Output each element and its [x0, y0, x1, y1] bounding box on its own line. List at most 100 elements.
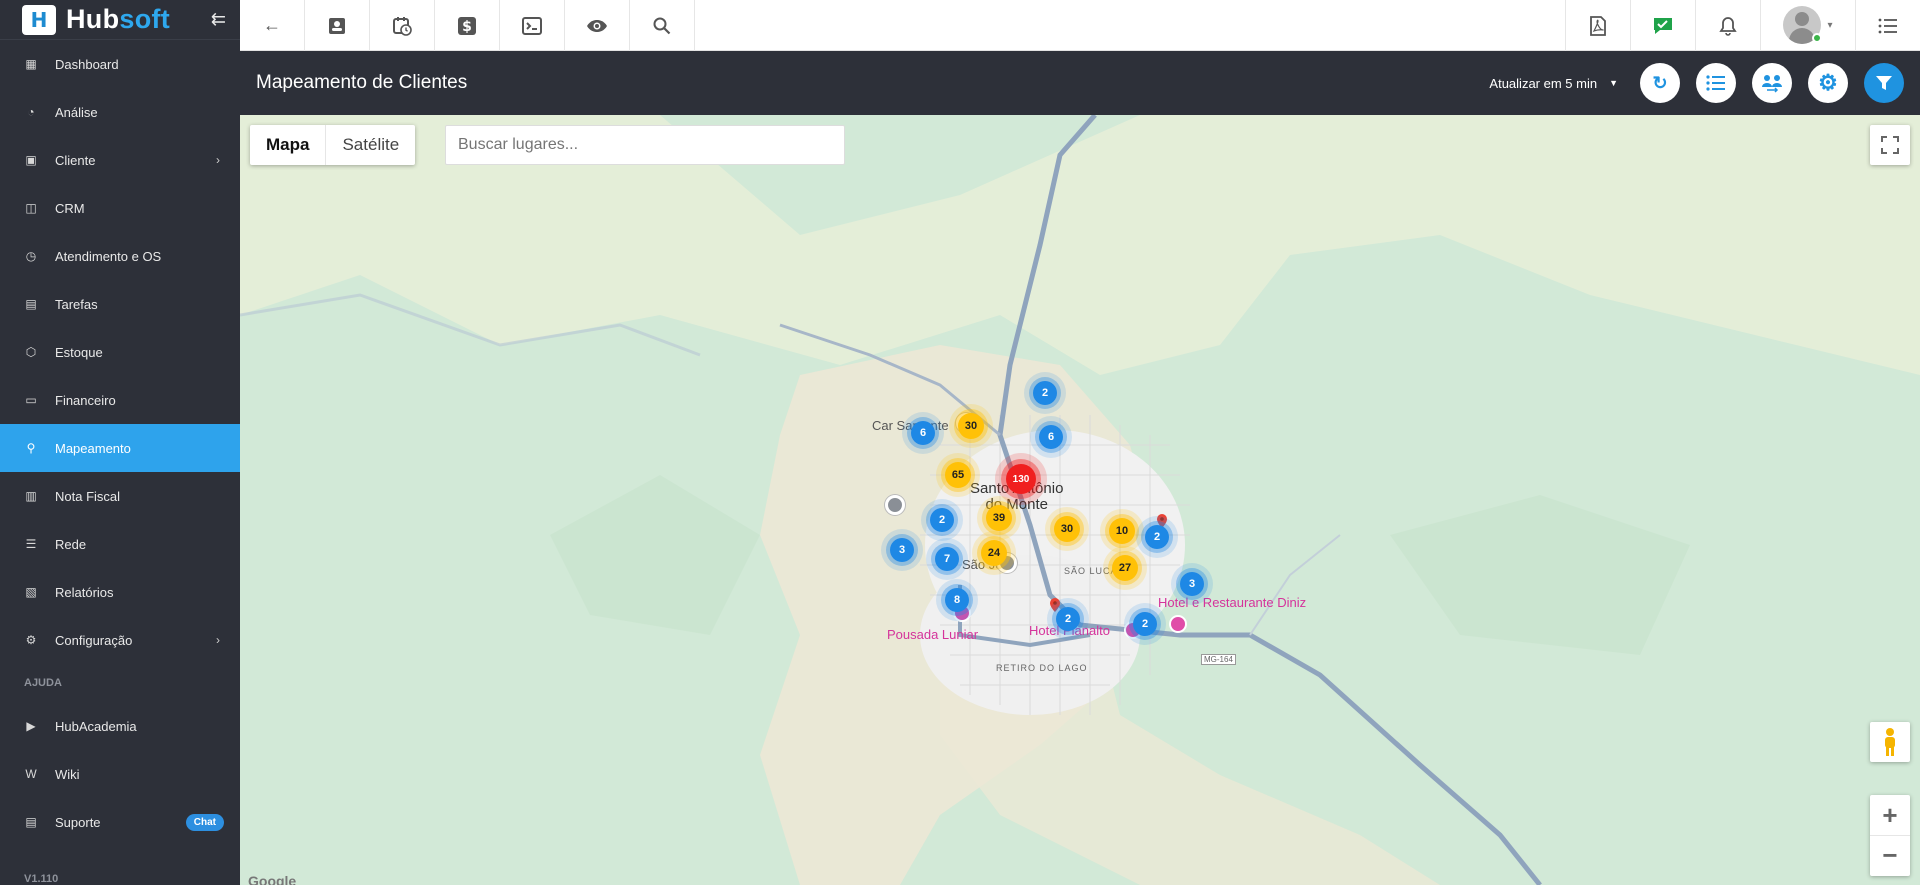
- crm-board-icon: ◫: [25, 201, 37, 215]
- terminal-button[interactable]: [500, 0, 565, 51]
- sidebar-item-label: HubAcademia: [55, 718, 137, 734]
- zoom-out-button[interactable]: −: [1870, 835, 1910, 875]
- sidebar-item-configuracao[interactable]: ⚙ Configuração ›: [0, 616, 240, 664]
- chat-bubble-icon: ▤: [25, 815, 37, 829]
- messages-button[interactable]: [1630, 0, 1695, 51]
- hubsoft-logo[interactable]: H: [22, 4, 56, 35]
- refresh-interval-select[interactable]: Atualizar em 5 min ▼: [1489, 76, 1618, 91]
- notifications-button[interactable]: [1695, 0, 1760, 51]
- client-cluster[interactable]: 24: [981, 540, 1007, 566]
- sidebar: H Hubsoft ⇇ ▦ Dashboard ◔ Análise ▣ Cliente…: [0, 0, 240, 885]
- client-cluster[interactable]: 30: [1054, 516, 1080, 542]
- collapse-sidebar-icon[interactable]: ⇇: [211, 9, 226, 30]
- help-section-title: AJUDA: [24, 677, 62, 689]
- user-menu[interactable]: ▾: [1760, 0, 1855, 50]
- google-logo: Google: [248, 873, 297, 885]
- money-icon: ▭: [25, 393, 37, 407]
- neighborhood-retiro: RETIRO DO LAGO: [996, 663, 1088, 673]
- eye-icon: [587, 19, 607, 32]
- sidebar-item-wiki[interactable]: W Wiki: [0, 750, 240, 798]
- sidebar-item-analise[interactable]: ◔ Análise: [0, 88, 240, 136]
- client-cluster[interactable]: 30: [958, 413, 984, 439]
- view-button[interactable]: [565, 0, 630, 51]
- refresh-icon: ↻: [1652, 72, 1668, 93]
- pdf-button[interactable]: [1565, 0, 1630, 51]
- sidebar-item-estoque[interactable]: ⬡ Estoque: [0, 328, 240, 376]
- calendar-button[interactable]: [370, 0, 435, 51]
- pdf-icon: [1590, 15, 1606, 36]
- street-view-button[interactable]: [1870, 722, 1910, 762]
- client-card-button[interactable]: [305, 0, 370, 51]
- sidebar-item-cliente[interactable]: ▣ Cliente ›: [0, 136, 240, 184]
- sidebar-item-label: Estoque: [55, 344, 103, 360]
- client-cluster[interactable]: 6: [1039, 425, 1063, 449]
- sidebar-item-relatorios[interactable]: ▧ Relatórios: [0, 568, 240, 616]
- caret-down-icon: ▼: [1609, 78, 1618, 88]
- sidebar-item-label: Nota Fiscal: [55, 488, 121, 504]
- client-cluster[interactable]: 2: [930, 508, 954, 532]
- finance-button[interactable]: $: [435, 0, 500, 51]
- client-map[interactable]: Mapa Satélite + − Santo Antônio do Monte…: [240, 115, 1920, 885]
- place-marker-west[interactable]: [885, 495, 905, 515]
- fullscreen-button[interactable]: [1870, 125, 1910, 165]
- client-cluster[interactable]: 6: [911, 421, 935, 445]
- filter-button[interactable]: [1864, 63, 1904, 103]
- users-button[interactable]: [1752, 63, 1792, 103]
- dashboard-icon: ▦: [25, 57, 37, 71]
- client-cluster[interactable]: 10: [1109, 518, 1135, 544]
- place-search-input[interactable]: [445, 125, 845, 165]
- client-cluster[interactable]: 7: [935, 547, 959, 571]
- sidebar-item-label: Suporte: [55, 814, 101, 830]
- gear-icon: ⚙: [1818, 70, 1838, 95]
- tab-mapa[interactable]: Mapa: [250, 125, 325, 165]
- version-label: V1.110: [24, 873, 59, 885]
- client-cluster[interactable]: 3: [1180, 572, 1204, 596]
- client-cluster[interactable]: 2: [1056, 607, 1080, 631]
- brand: H Hubsoft ⇇: [0, 0, 240, 40]
- contact-card-icon: ▣: [25, 153, 37, 167]
- back-button[interactable]: ←: [240, 0, 305, 51]
- client-cluster[interactable]: 2: [1033, 381, 1057, 405]
- sidebar-item-label: Financeiro: [55, 392, 116, 408]
- bell-icon: [1719, 16, 1737, 36]
- sidebar-item-crm[interactable]: ◫ CRM: [0, 184, 240, 232]
- map-type-tabs: Mapa Satélite: [250, 125, 416, 165]
- sidebar-item-tarefas[interactable]: ▤ Tarefas: [0, 280, 240, 328]
- sidebar-item-financeiro[interactable]: ▭ Financeiro: [0, 376, 240, 424]
- pie-chart-icon: ◔: [27, 105, 35, 119]
- invoice-icon: ▥: [25, 489, 37, 503]
- zoom-in-button[interactable]: +: [1870, 795, 1910, 835]
- sidebar-item-label: Wiki: [55, 766, 80, 782]
- sidebar-item-nota-fiscal[interactable]: ▥ Nota Fiscal: [0, 472, 240, 520]
- refresh-button[interactable]: ↻: [1640, 63, 1680, 103]
- dollar-icon: $: [458, 16, 476, 35]
- client-cluster[interactable]: 130: [1006, 464, 1036, 494]
- brand-name: Hubsoft: [66, 4, 170, 35]
- sidebar-item-hubacademia[interactable]: ▶ HubAcademia: [0, 702, 240, 750]
- sidebar-item-atendimento[interactable]: ◷ Atendimento e OS: [0, 232, 240, 280]
- sidebar-item-suporte[interactable]: ▤ Suporte Chat: [0, 798, 240, 846]
- terminal-icon: [522, 16, 542, 35]
- client-cluster[interactable]: 8: [945, 588, 969, 612]
- settings-button[interactable]: ⚙: [1808, 63, 1848, 103]
- message-check-icon: [1654, 17, 1672, 34]
- client-cluster[interactable]: 27: [1112, 555, 1138, 581]
- client-cluster[interactable]: 3: [890, 538, 914, 562]
- client-cluster[interactable]: 2: [1133, 612, 1157, 636]
- app-menu-button[interactable]: [1855, 0, 1920, 51]
- search-button[interactable]: [630, 0, 695, 51]
- refresh-interval-value: Atualizar em 5 min: [1489, 75, 1598, 91]
- contact-card-icon: [329, 17, 345, 34]
- calendar-clock-icon: [393, 16, 412, 36]
- client-cluster[interactable]: 65: [945, 462, 971, 488]
- sidebar-item-dashboard[interactable]: ▦ Dashboard: [0, 40, 240, 88]
- client-cluster[interactable]: 39: [986, 505, 1012, 531]
- clock-calendar-icon: ◷: [25, 249, 37, 263]
- sidebar-item-mapeamento[interactable]: ⚲ Mapeamento: [0, 424, 240, 472]
- hotel-icon[interactable]: [1169, 615, 1187, 633]
- sidebar-item-rede[interactable]: ☰ Rede: [0, 520, 240, 568]
- tab-satelite[interactable]: Satélite: [325, 125, 415, 165]
- chat-badge[interactable]: Chat: [185, 813, 224, 831]
- list-view-button[interactable]: [1696, 63, 1736, 103]
- client-cluster[interactable]: 2: [1145, 525, 1169, 549]
